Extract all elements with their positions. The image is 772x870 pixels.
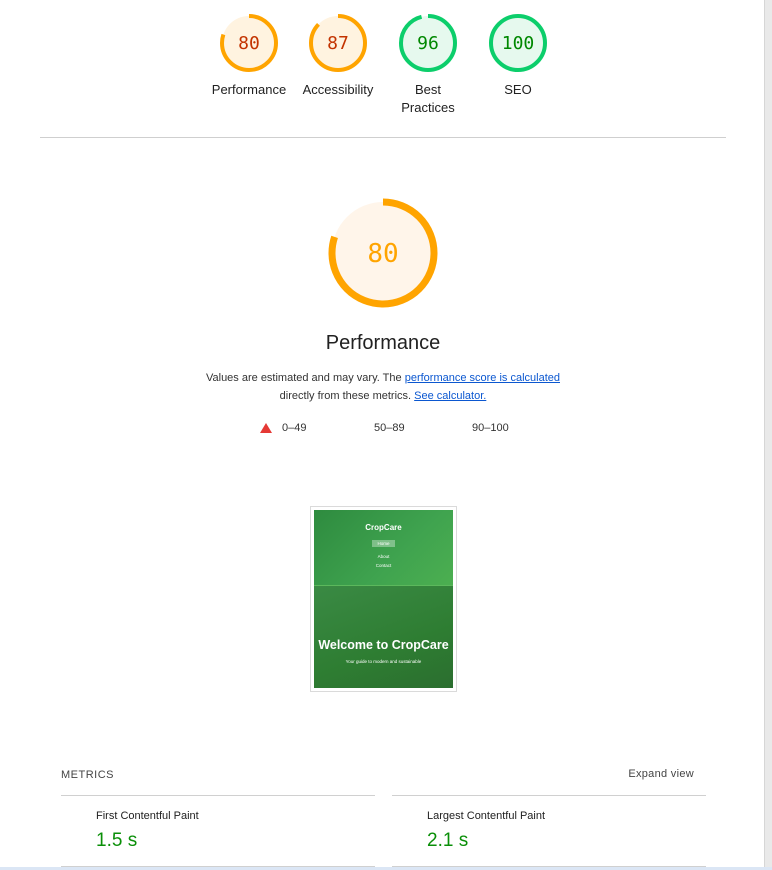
metric-fcp-value: 1.5 s bbox=[96, 830, 138, 851]
performance-gauge-ring: 80 bbox=[328, 198, 438, 308]
thumb-hero-subtitle: Your guide to modern and sustainable bbox=[345, 659, 422, 664]
thumb-nav-home: Home bbox=[372, 540, 395, 547]
triangle-icon bbox=[260, 423, 272, 433]
final-screenshot[interactable]: CropCare Home About Contact Welcome to C… bbox=[310, 506, 457, 692]
gauge-best-practices[interactable]: 96 Best Practices bbox=[383, 12, 473, 117]
metric-divider bbox=[61, 866, 375, 867]
performance-title: Performance bbox=[325, 332, 441, 354]
gauge-ring-seo: 100 bbox=[489, 14, 547, 72]
legend-fail: 0–49 bbox=[260, 422, 306, 434]
gauge-label: Performance bbox=[211, 82, 287, 97]
legend-average-label: 50–89 bbox=[374, 422, 405, 434]
gauge-score: 80 bbox=[238, 33, 260, 54]
gauge-accessibility[interactable]: 87 Accessibility bbox=[293, 12, 383, 99]
performance-gauge: 80 bbox=[326, 196, 440, 310]
gauge-performance[interactable]: 80 Performance bbox=[204, 12, 294, 99]
metric-divider bbox=[392, 866, 706, 867]
gauge-label: Best Practices bbox=[401, 82, 455, 115]
thumb-navbar: CropCare Home About Contact bbox=[314, 510, 453, 585]
metric-fcp-name: First Contentful Paint bbox=[96, 810, 199, 822]
thumb-nav-contact: Contact bbox=[375, 563, 392, 568]
metrics-heading: METRICS bbox=[61, 769, 114, 781]
desc-text-2: directly from these metrics. bbox=[279, 390, 415, 402]
expand-view-button[interactable]: Expand view bbox=[628, 768, 694, 780]
section-divider bbox=[40, 137, 726, 138]
performance-score: 80 bbox=[367, 239, 398, 269]
legend-pass: 90–100 bbox=[472, 422, 509, 434]
desc-text-1: Values are estimated and may vary. The bbox=[205, 372, 405, 384]
thumb-hero: Welcome to CropCare Your guide to modern… bbox=[314, 585, 453, 688]
gauge-ring-best-practices: 96 bbox=[399, 14, 457, 72]
metric-lcp-value: 2.1 s bbox=[427, 830, 469, 851]
gauge-score: 87 bbox=[327, 33, 349, 54]
gauge-score: 96 bbox=[417, 33, 439, 54]
gauge-ring-accessibility: 87 bbox=[309, 14, 367, 72]
gauge-score: 100 bbox=[502, 33, 535, 54]
metric-lcp-name: Largest Contentful Paint bbox=[427, 810, 546, 822]
gauge-ring-performance: 80 bbox=[220, 14, 278, 72]
thumb-brand: CropCare bbox=[365, 523, 402, 532]
metric-divider bbox=[61, 795, 375, 796]
gauge-seo[interactable]: 100 SEO bbox=[473, 12, 563, 99]
see-calculator-link[interactable]: See calculator. bbox=[414, 390, 486, 402]
legend-fail-label: 0–49 bbox=[282, 422, 307, 434]
metric-divider bbox=[392, 795, 706, 796]
thumb-hero-title: Welcome to CropCare bbox=[318, 638, 449, 652]
thumb-nav-about: About bbox=[377, 554, 390, 559]
gauge-label: Accessibility bbox=[302, 82, 374, 97]
performance-description: Values are estimated and may vary. The p… bbox=[190, 369, 576, 405]
score-calculated-link[interactable]: performance score is calculated bbox=[405, 372, 560, 384]
category-gauges: 80 Performance 87 Accessibility 96 Best … bbox=[0, 12, 772, 122]
legend-pass-label: 90–100 bbox=[472, 422, 509, 434]
gauge-label: SEO bbox=[504, 82, 532, 97]
legend-average: 50–89 bbox=[374, 422, 405, 434]
score-legend: 0–49 50–89 90–100 bbox=[0, 422, 766, 438]
